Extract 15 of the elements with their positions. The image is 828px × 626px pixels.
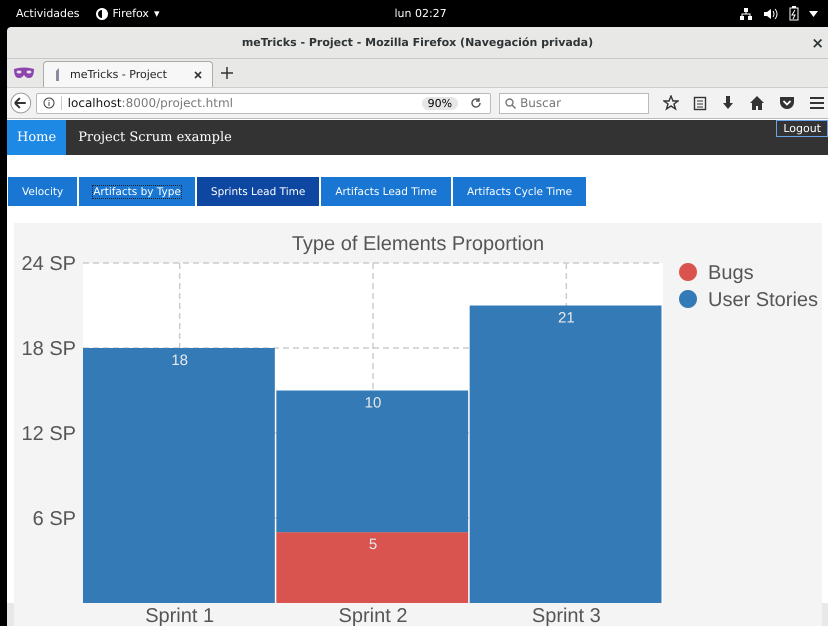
axis-label: 6 SP <box>32 508 76 530</box>
legend-label: User Stories <box>708 289 818 311</box>
value-label: 18 <box>171 352 188 369</box>
legend-label: Bugs <box>708 262 754 284</box>
window-title: meTricks - Project - Mozilla Firefox (Navegación privada) <box>242 36 594 49</box>
axis-label: 12 SP <box>22 423 76 445</box>
value-label: 21 <box>558 310 575 326</box>
axis-label: 18 SP <box>22 338 76 360</box>
value-label: 5 <box>368 536 378 554</box>
axis-label: 24 SP <box>22 253 76 275</box>
axis-label: Sprint 3 <box>532 605 601 626</box>
value-label: 10 <box>364 394 382 412</box>
axis-label: Sprint 1 <box>145 605 214 626</box>
axis-label: Sprint 2 <box>338 605 408 626</box>
chart-title: Type of Elements Proportion <box>292 233 544 255</box>
